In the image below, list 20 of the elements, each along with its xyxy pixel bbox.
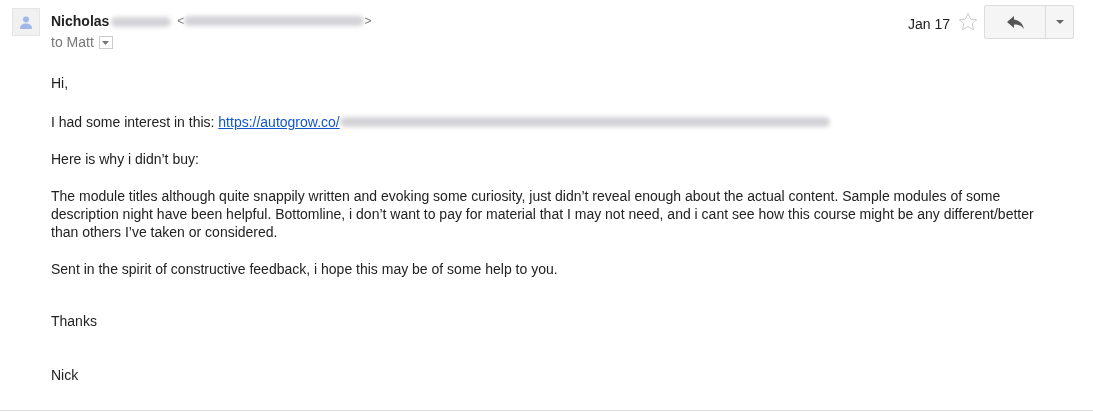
star-icon[interactable] xyxy=(958,12,978,32)
details-dropdown-button[interactable] xyxy=(98,36,113,49)
recipient-label: to Matt xyxy=(51,33,94,52)
email-date: Jan 17 xyxy=(907,15,950,34)
link-intro: I had some interest in this: xyxy=(51,113,216,131)
caret-icon xyxy=(102,40,110,45)
caret-icon xyxy=(1055,20,1064,24)
signature: Nick xyxy=(51,366,80,384)
paragraph: Here is why i didn’t buy: xyxy=(51,150,200,168)
sender-name: Nicholas xyxy=(51,11,110,31)
paragraph: The module titles although quite snappily written and evoking some curiosity, just didn’t reveal enough about the actual content. Sample modules of some description night have been helpful. Bottomline, i don’t want to pay for material that I may not need, and i cant see how this course might be any different/better than others I’ve taken or considered. xyxy=(51,187,1035,241)
greeting: Hi, xyxy=(51,74,70,92)
link[interactable]: https://autogrow.co/ xyxy=(218,113,340,131)
redacted-text xyxy=(111,16,172,27)
email-bracket: < xyxy=(177,13,185,30)
reply-icon xyxy=(1006,15,1024,29)
closing: Thanks xyxy=(51,312,98,330)
paragraph: Sent in the spirit of constructive feedback, i hope this may be of some help to you. xyxy=(51,260,559,278)
avatar-icon xyxy=(12,8,40,36)
email-bracket: > xyxy=(364,13,372,30)
